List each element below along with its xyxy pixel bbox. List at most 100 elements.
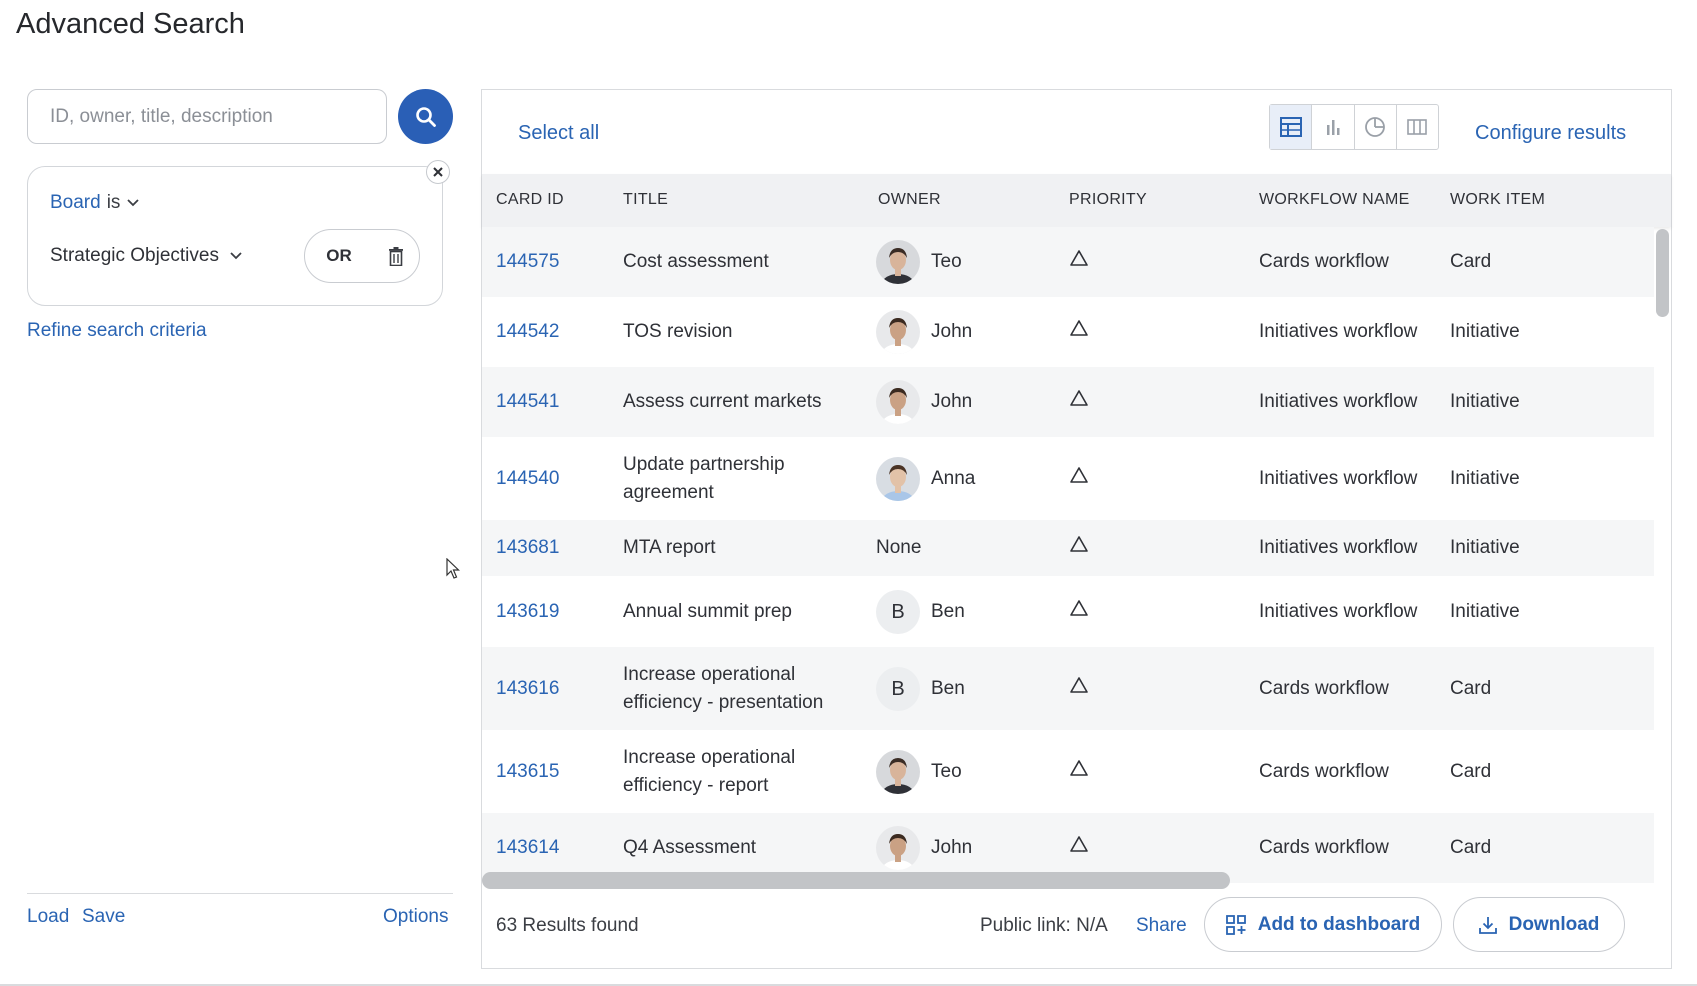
filter-value-dropdown[interactable]: Strategic Objectives: [50, 245, 243, 267]
owner-cell: John: [876, 380, 972, 424]
work-item-type: Initiative: [1450, 468, 1520, 489]
owner-name: John: [931, 321, 973, 342]
avatar-photo-icon: [882, 248, 914, 284]
public-link-status: Public link: N/A: [980, 915, 1108, 936]
table-row[interactable]: 143616 Increase operational efficiency - …: [482, 647, 1654, 730]
table-row[interactable]: 143619 Annual summit prep B Ben Initiatives …: [482, 576, 1654, 647]
priority-triangle-icon: [1069, 248, 1089, 276]
pie-chart-icon: [1365, 117, 1386, 137]
priority-triangle-icon: [1069, 318, 1089, 346]
workflow-name: Cards workflow: [1259, 678, 1389, 699]
owner-name: Ben: [931, 601, 965, 622]
filter-field-dropdown[interactable]: Board is: [50, 192, 140, 214]
owner-cell: Teo: [876, 750, 962, 794]
options-link[interactable]: Options: [383, 906, 448, 928]
avatar: [876, 310, 920, 354]
configure-results-link[interactable]: Configure results: [1475, 122, 1626, 145]
results-count: 63 Results found: [496, 915, 639, 936]
table-row[interactable]: 144540 Update partnership agreement Anna In…: [482, 437, 1654, 520]
save-link[interactable]: Save: [82, 906, 125, 928]
owner-cell: B Ben: [876, 667, 965, 711]
download-label: Download: [1508, 913, 1600, 935]
vertical-scrollbar[interactable]: [1654, 227, 1671, 960]
priority-triangle-icon: [1069, 465, 1089, 493]
board-view-button[interactable]: [1397, 105, 1438, 149]
card-id-link[interactable]: 143619: [496, 598, 559, 626]
workflow-name: Initiatives workflow: [1259, 391, 1418, 412]
pie-chart-view-button[interactable]: [1355, 105, 1397, 149]
owner-cell: John: [876, 826, 972, 870]
priority-triangle-icon: [1069, 534, 1089, 562]
or-toggle[interactable]: OR: [305, 246, 373, 266]
owner-name: None: [876, 537, 922, 558]
column-header-priority[interactable]: PRIORITY: [1069, 191, 1147, 209]
table-row[interactable]: 143681 MTA report None Initiatives workflow…: [482, 520, 1654, 576]
select-all-link[interactable]: Select all: [518, 122, 599, 145]
work-item-type: Card: [1450, 761, 1492, 782]
avatar-photo-icon: [882, 388, 914, 424]
table-row[interactable]: 143615 Increase operational efficiency - …: [482, 730, 1654, 813]
work-item-type: Initiative: [1450, 321, 1520, 342]
card-id-link[interactable]: 143615: [496, 758, 559, 786]
bar-chart-view-button[interactable]: [1312, 105, 1355, 149]
card-id-link[interactable]: 143681: [496, 534, 559, 562]
share-link[interactable]: Share: [1136, 915, 1187, 937]
card-title: Assess current markets: [623, 391, 822, 412]
search-button[interactable]: [398, 89, 453, 144]
avatar: [876, 750, 920, 794]
work-item-type: Card: [1450, 837, 1492, 858]
card-title: Update partnership agreement: [623, 454, 785, 503]
download-button[interactable]: Download: [1453, 897, 1625, 952]
refine-search-link[interactable]: Refine search criteria: [27, 320, 207, 342]
remove-filter-button[interactable]: [426, 160, 450, 184]
card-title: Increase operational efficiency - report: [623, 747, 796, 796]
add-to-dashboard-label: Add to dashboard: [1257, 913, 1421, 935]
load-link[interactable]: Load: [27, 906, 69, 928]
table-row[interactable]: 144542 TOS revision John Initiatives workfl…: [482, 297, 1654, 367]
horizontal-scroll-thumb[interactable]: [482, 872, 1230, 889]
owner-name: John: [931, 837, 973, 858]
workflow-name: Initiatives workflow: [1259, 468, 1418, 489]
results-table-body: 144575 Cost assessment Teo Cards workflow Ca…: [482, 227, 1654, 960]
work-item-type: Initiative: [1450, 391, 1520, 412]
card-title: TOS revision: [623, 321, 733, 342]
priority-triangle-icon: [1069, 834, 1089, 862]
avatar: [876, 380, 920, 424]
search-input[interactable]: [27, 89, 387, 144]
card-id-link[interactable]: 144540: [496, 465, 559, 493]
table-row[interactable]: 144575 Cost assessment Teo Cards workflow Ca…: [482, 227, 1654, 297]
owner-name: Teo: [931, 251, 962, 272]
card-id-link[interactable]: 144541: [496, 388, 559, 416]
owner-cell: Teo: [876, 240, 962, 284]
owner-cell: Anna: [876, 457, 975, 501]
table-view-button[interactable]: [1270, 105, 1313, 149]
table-row[interactable]: 144541 Assess current markets John Initiati…: [482, 367, 1654, 437]
table-icon: [1279, 117, 1302, 137]
column-header-card-id[interactable]: CARD ID: [496, 191, 564, 209]
vertical-scroll-thumb[interactable]: [1656, 229, 1669, 317]
avatar-photo-icon: [882, 758, 914, 794]
column-header-title[interactable]: TITLE: [623, 191, 668, 209]
column-header-work-item[interactable]: WORK ITEM: [1450, 191, 1545, 209]
owner-name: Ben: [931, 678, 965, 699]
avatar: B: [876, 590, 920, 634]
column-header-workflow-name[interactable]: WORKFLOW NAME: [1259, 191, 1410, 209]
filter-operator: is: [106, 192, 121, 213]
download-icon: [1478, 916, 1497, 934]
filter-logic-group: OR: [304, 229, 420, 283]
delete-filter-button[interactable]: [373, 246, 419, 266]
page-title: Advanced Search: [16, 8, 245, 40]
avatar-photo-icon: [882, 465, 914, 501]
work-item-type: Initiative: [1450, 601, 1520, 622]
add-to-dashboard-button[interactable]: Add to dashboard: [1204, 897, 1442, 952]
avatar-photo-icon: [882, 834, 914, 870]
card-title: MTA report: [623, 537, 716, 558]
card-id-link[interactable]: 143614: [496, 834, 559, 862]
priority-triangle-icon: [1069, 388, 1089, 416]
table-header: CARD ID TITLE OWNER PRIORITY WORKFLOW NA…: [482, 174, 1671, 227]
card-id-link[interactable]: 144542: [496, 318, 559, 346]
column-header-owner[interactable]: OWNER: [878, 191, 941, 209]
card-id-link[interactable]: 143616: [496, 675, 559, 703]
card-id-link[interactable]: 144575: [496, 248, 559, 276]
avatar: B: [876, 667, 920, 711]
